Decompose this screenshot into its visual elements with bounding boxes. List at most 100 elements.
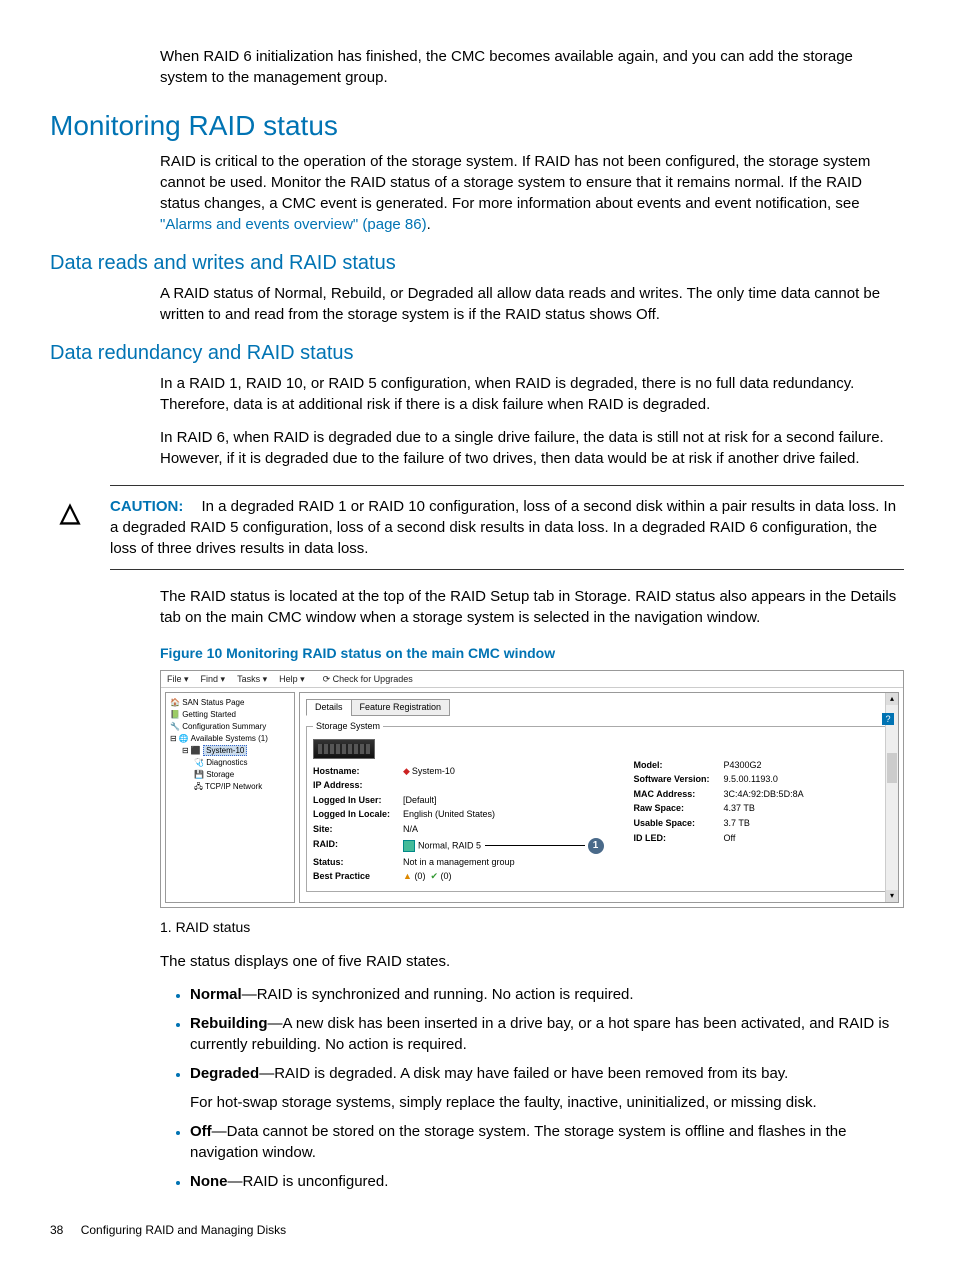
- heading-data-redundancy: Data redundancy and RAID status: [50, 339, 904, 367]
- link-alarms-events[interactable]: "Alarms and events overview" (page 86): [160, 216, 427, 233]
- text: System-10: [412, 766, 455, 776]
- state-name: Degraded: [190, 1065, 259, 1082]
- state-desc: —A new disk has been inserted in a drive…: [190, 1015, 889, 1053]
- raid-label: RAID:: [313, 838, 403, 854]
- caution-text: In a degraded RAID 1 or RAID 10 configur…: [110, 498, 896, 557]
- paragraph-raid-critical: RAID is critical to the operation of the…: [160, 151, 904, 235]
- tab-details[interactable]: Details: [306, 699, 352, 716]
- heading-monitoring-raid-status: Monitoring RAID status: [50, 106, 904, 145]
- menu-find[interactable]: Find ▾: [201, 673, 226, 686]
- tree-label: Diagnostics: [206, 758, 247, 767]
- caution-block: △ CAUTION: In a degraded RAID 1 or RAID …: [110, 485, 904, 570]
- bp-ok-count: (0): [441, 871, 452, 881]
- menubar: File ▾ Find ▾ Tasks ▾ Help ▾ ⟳ Check for…: [161, 671, 903, 689]
- raid-ok-icon: [403, 840, 415, 852]
- tree-config-summary[interactable]: 🔧 Configuration Summary: [170, 721, 290, 733]
- scroll-thumb[interactable]: [887, 753, 897, 783]
- site-value: N/A: [403, 823, 418, 836]
- paragraph-raid-location: The RAID status is located at the top of…: [160, 586, 904, 628]
- state-name: Normal: [190, 986, 242, 1003]
- user-value: [Default]: [403, 794, 437, 807]
- text: RAID is critical to the operation of the…: [160, 153, 870, 212]
- menu-file[interactable]: File ▾: [167, 673, 189, 686]
- led-value: Off: [724, 832, 736, 845]
- help-icon[interactable]: ?: [882, 713, 894, 725]
- locale-label: Logged In Locale:: [313, 808, 403, 821]
- figure-cmc-window: File ▾ Find ▾ Tasks ▾ Help ▾ ⟳ Check for…: [160, 670, 904, 908]
- warning-icon: ▲: [403, 870, 412, 883]
- state-desc: —Data cannot be stored on the storage sy…: [190, 1123, 846, 1161]
- state-name: Rebuilding: [190, 1015, 268, 1032]
- caution-icon: △: [60, 494, 80, 530]
- raid-states-list: Normal—RAID is synchronized and running.…: [50, 984, 904, 1192]
- list-item: Degraded—RAID is degraded. A disk may ha…: [190, 1063, 904, 1113]
- status-value: Not in a management group: [403, 856, 515, 869]
- raw-label: Raw Space:: [634, 802, 724, 815]
- sw-value: 9.5.00.1193.0: [724, 773, 778, 786]
- model-label: Model:: [634, 759, 724, 772]
- state-desc: —RAID is synchronized and running. No ac…: [242, 986, 634, 1003]
- tree-label: System-10: [203, 745, 247, 756]
- locale-value: English (United States): [403, 808, 495, 821]
- scroll-down-icon[interactable]: ▾: [886, 890, 898, 902]
- paragraph-five-states: The status displays one of five RAID sta…: [160, 951, 904, 972]
- paragraph-redundancy-1: In a RAID 1, RAID 10, or RAID 5 configur…: [160, 373, 904, 415]
- caution-label: CAUTION:: [110, 498, 183, 515]
- state-desc: —RAID is degraded. A disk may have faile…: [259, 1065, 788, 1082]
- tab-feature-registration[interactable]: Feature Registration: [351, 699, 451, 716]
- menu-help[interactable]: Help ▾: [279, 673, 305, 686]
- figure-legend: 1. RAID status: [160, 918, 904, 938]
- tree-label: Storage: [206, 770, 234, 779]
- figure-title: Figure 10 Monitoring RAID status on the …: [160, 644, 904, 664]
- paragraph-reads-writes: A RAID status of Normal, Rebuild, or Deg…: [160, 283, 904, 325]
- list-item: Off—Data cannot be stored on the storage…: [190, 1121, 904, 1163]
- raid-value: Normal, RAID 5 1: [403, 838, 604, 854]
- tree-diagnostics[interactable]: 🩺 Diagnostics: [170, 757, 290, 769]
- text: .: [427, 216, 431, 233]
- hostname-label: Hostname:: [313, 765, 403, 778]
- site-label: Site:: [313, 823, 403, 836]
- details-panel: ▴ ▾ Details Feature Registration ? Stora…: [299, 692, 899, 902]
- callout-1: 1: [588, 838, 604, 854]
- sw-label: Software Version:: [634, 773, 724, 786]
- list-item: Normal—RAID is synchronized and running.…: [190, 984, 904, 1005]
- usable-value: 3.7 TB: [724, 817, 750, 830]
- scroll-up-icon[interactable]: ▴: [886, 693, 898, 705]
- led-label: ID LED:: [634, 832, 724, 845]
- bp-label: Best Practice: [313, 870, 403, 883]
- page-footer: 38 Configuring RAID and Managing Disks: [50, 1222, 904, 1239]
- list-item: None—RAID is unconfigured.: [190, 1171, 904, 1192]
- menu-tasks[interactable]: Tasks ▾: [237, 673, 267, 686]
- paragraph-redundancy-2: In RAID 6, when RAID is degraded due to …: [160, 427, 904, 469]
- mac-label: MAC Address:: [634, 788, 724, 801]
- mac-value: 3C:4A:92:DB:5D:8A: [724, 788, 804, 801]
- text: Normal, RAID 5: [418, 840, 481, 850]
- tree-label: SAN Status Page: [182, 698, 244, 707]
- tree-getting-started[interactable]: 📗 Getting Started: [170, 709, 290, 721]
- tree-label: TCP/IP Network: [205, 782, 262, 791]
- tabs: Details Feature Registration: [306, 699, 892, 716]
- tree-label: Configuration Summary: [182, 722, 266, 731]
- check-upgrades-link[interactable]: ⟳ Check for Upgrades: [323, 673, 413, 686]
- check-upgrades-label: Check for Upgrades: [333, 674, 413, 684]
- ok-icon: ✔: [430, 870, 438, 883]
- user-label: Logged In User:: [313, 794, 403, 807]
- bp-warn-count: (0): [414, 871, 425, 881]
- tree-label: Available Systems (1): [191, 734, 268, 743]
- page-number: 38: [50, 1223, 63, 1237]
- tree-san-status[interactable]: 🏠 SAN Status Page: [170, 697, 290, 709]
- tree-storage[interactable]: 💾 Storage: [170, 769, 290, 781]
- status-label: Status:: [313, 856, 403, 869]
- state-extra: For hot-swap storage systems, simply rep…: [190, 1092, 904, 1113]
- storage-system-fieldset: Storage System Hostname:◆System-10 IP Ad…: [306, 720, 892, 892]
- tree-available-systems[interactable]: ⊟ 🌐 Available Systems (1): [170, 733, 290, 745]
- state-name: Off: [190, 1123, 212, 1140]
- nav-tree[interactable]: 🏠 SAN Status Page 📗 Getting Started 🔧 Co…: [165, 692, 295, 902]
- intro-paragraph: When RAID 6 initialization has finished,…: [160, 46, 904, 88]
- bp-value: ▲ (0) ✔ (0): [403, 870, 452, 883]
- tree-tcpip[interactable]: 🖧 TCP/IP Network: [170, 781, 290, 793]
- raw-value: 4.37 TB: [724, 802, 755, 815]
- tree-system-10[interactable]: ⊟ ⬛ System-10: [170, 745, 290, 757]
- footer-title: Configuring RAID and Managing Disks: [81, 1223, 286, 1237]
- usable-label: Usable Space:: [634, 817, 724, 830]
